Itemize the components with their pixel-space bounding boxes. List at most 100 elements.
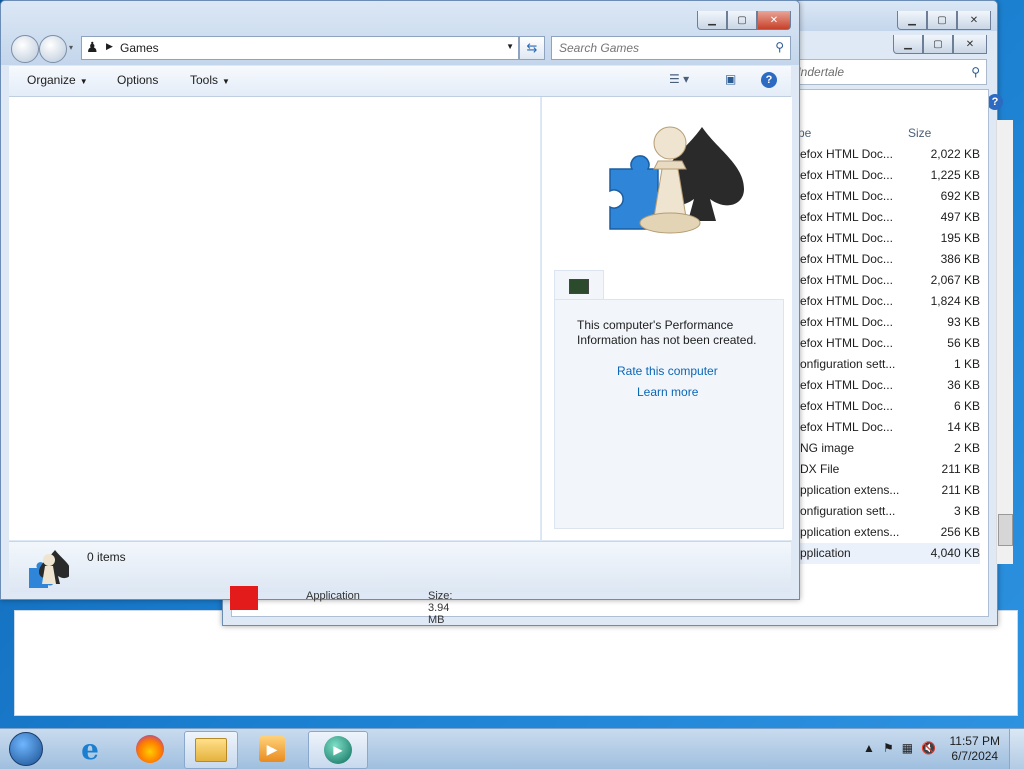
close-button[interactable]: ✕: [757, 11, 791, 30]
games-content-pane[interactable]: [9, 97, 540, 540]
table-row[interactable]: DX File 211 KB: [800, 459, 980, 480]
file-size-cell: 93 KB: [947, 315, 980, 329]
file-size-cell: 2,067 KB: [930, 273, 980, 287]
taskbar-internet-explorer[interactable]: e: [64, 731, 116, 767]
volume-muted-icon[interactable]: 🔇: [921, 741, 936, 755]
search-games-field[interactable]: ⚲: [551, 36, 791, 60]
file-type-cell: DX File: [800, 462, 840, 476]
taskbar: e ▶ ▶ ▲ ⚑ ▦ 🔇 11:57 PM 6/7/2024: [0, 728, 1024, 769]
file-size-cell: 386 KB: [940, 252, 980, 266]
maximize-button[interactable]: ▢: [927, 11, 957, 30]
file-size-cell: 1 KB: [953, 357, 980, 371]
minimize-button[interactable]: ▁: [697, 11, 727, 30]
table-row[interactable]: efox HTML Doc... 2,022 KB: [800, 144, 980, 165]
details-side-pane: This computer's Performance Information …: [541, 97, 792, 540]
search-icon[interactable]: ⚲: [775, 40, 784, 54]
maximize-button-2[interactable]: ▢: [923, 35, 953, 54]
performance-tab[interactable]: [554, 270, 604, 301]
type-column-header[interactable]: pe: [798, 126, 811, 140]
close-button[interactable]: ✕: [957, 11, 991, 30]
column-headers: pe Size: [798, 124, 998, 142]
file-type-cell: onfiguration sett...: [800, 357, 896, 371]
details-pane: 0 items: [9, 541, 791, 592]
table-row[interactable]: efox HTML Doc... 36 KB: [800, 375, 980, 396]
windows-orb-icon: [9, 732, 43, 766]
size-column-header[interactable]: Size: [908, 126, 931, 140]
system-tray: ▲ ⚑ ▦ 🔇: [863, 741, 936, 755]
table-row[interactable]: efox HTML Doc... 1,225 KB: [800, 165, 980, 186]
games-explorer-window[interactable]: ▁ ▢ ✕ ▾ ♟ ▶ Games ▼ ⇆ ⚲ Organize▼ Option…: [0, 0, 800, 600]
table-row[interactable]: NG image 2 KB: [800, 438, 980, 459]
file-rows: efox HTML Doc... 2,022 KB efox HTML Doc...…: [800, 144, 980, 564]
breadcrumb-games[interactable]: Games: [120, 41, 159, 55]
network-icon[interactable]: ▦: [902, 741, 913, 755]
table-row[interactable]: pplication 4,040 KB: [800, 543, 980, 564]
breadcrumb-arrow-icon[interactable]: ▶: [106, 41, 113, 52]
views-icon[interactable]: ☰ ▾: [669, 72, 689, 86]
scroll-thumb[interactable]: [998, 514, 1013, 546]
search-games-input[interactable]: [557, 40, 761, 56]
address-bar[interactable]: ♟ ▶ Games ▼: [81, 36, 519, 60]
system-clock[interactable]: 11:57 PM 6/7/2024: [950, 734, 1000, 764]
options-button[interactable]: Options: [117, 73, 158, 87]
table-row[interactable]: efox HTML Doc... 56 KB: [800, 333, 980, 354]
learn-more-link[interactable]: Learn more: [637, 385, 698, 399]
taskbar-firefox[interactable]: [124, 731, 176, 767]
help-icon[interactable]: ?: [761, 72, 777, 88]
table-row[interactable]: efox HTML Doc... 195 KB: [800, 228, 980, 249]
file-type-cell: efox HTML Doc...: [800, 147, 893, 161]
refresh-button[interactable]: ⇆: [519, 36, 545, 60]
show-desktop-button[interactable]: [1009, 729, 1024, 769]
file-type-cell: NG image: [800, 441, 855, 455]
help-icon[interactable]: ?: [987, 94, 1003, 110]
file-size-cell: 692 KB: [940, 189, 980, 203]
file-size-cell: 195 KB: [940, 231, 980, 245]
performance-panel: This computer's Performance Information …: [554, 299, 784, 529]
table-row[interactable]: onfiguration sett... 3 KB: [800, 501, 980, 522]
file-type-cell: efox HTML Doc...: [800, 294, 893, 308]
minimize-button[interactable]: ▁: [897, 11, 927, 30]
maximize-button[interactable]: ▢: [727, 11, 757, 30]
table-row[interactable]: efox HTML Doc... 2,067 KB: [800, 270, 980, 291]
folder-icon: [195, 738, 227, 762]
table-row[interactable]: pplication extens... 256 KB: [800, 522, 980, 543]
table-row[interactable]: efox HTML Doc... 692 KB: [800, 186, 980, 207]
file-size-cell: 497 KB: [940, 210, 980, 224]
rate-this-computer-link[interactable]: Rate this computer: [617, 364, 718, 378]
file-type-cell: efox HTML Doc...: [800, 189, 893, 203]
organize-button[interactable]: Organize ▼: [27, 73, 88, 87]
recent-pages-icon[interactable]: ▾: [69, 43, 73, 52]
start-button[interactable]: [0, 731, 52, 767]
preview-pane-icon[interactable]: ▣: [725, 72, 736, 86]
address-dropdown-icon[interactable]: ▼: [506, 42, 514, 51]
table-row[interactable]: onfiguration sett... 1 KB: [800, 354, 980, 375]
table-row[interactable]: efox HTML Doc... 386 KB: [800, 249, 980, 270]
file-size-cell: 3 KB: [953, 504, 980, 518]
table-row[interactable]: efox HTML Doc... 14 KB: [800, 417, 980, 438]
games-folder-icon: ♟: [86, 39, 99, 55]
file-type-cell: efox HTML Doc...: [800, 168, 893, 182]
tools-button[interactable]: Tools ▼: [190, 73, 230, 87]
show-hidden-icons-icon[interactable]: ▲: [863, 741, 875, 755]
action-center-flag-icon[interactable]: ⚑: [883, 741, 894, 755]
file-size-cell: 2 KB: [953, 441, 980, 455]
table-row[interactable]: efox HTML Doc... 1,824 KB: [800, 291, 980, 312]
taskbar-app-active[interactable]: ▶: [308, 731, 368, 769]
taskbar-media-player[interactable]: ▶: [246, 731, 298, 767]
back-button[interactable]: [11, 35, 39, 63]
table-row[interactable]: efox HTML Doc... 93 KB: [800, 312, 980, 333]
file-size-cell: 1,824 KB: [930, 294, 980, 308]
taskbar-windows-explorer[interactable]: [184, 731, 238, 769]
media-center-icon: ▶: [324, 736, 352, 764]
internet-explorer-icon: e: [81, 732, 99, 766]
file-type-cell: efox HTML Doc...: [800, 231, 893, 245]
scrollbar[interactable]: [996, 120, 1013, 564]
forward-button[interactable]: [39, 35, 67, 63]
table-row[interactable]: efox HTML Doc... 6 KB: [800, 396, 980, 417]
file-type-cell: pplication: [800, 546, 851, 560]
close-button-2[interactable]: ✕: [953, 35, 987, 54]
table-row[interactable]: pplication extens... 211 KB: [800, 480, 980, 501]
minimize-button-2[interactable]: ▁: [893, 35, 923, 54]
table-row[interactable]: efox HTML Doc... 497 KB: [800, 207, 980, 228]
file-size-cell: 256 KB: [940, 525, 980, 539]
